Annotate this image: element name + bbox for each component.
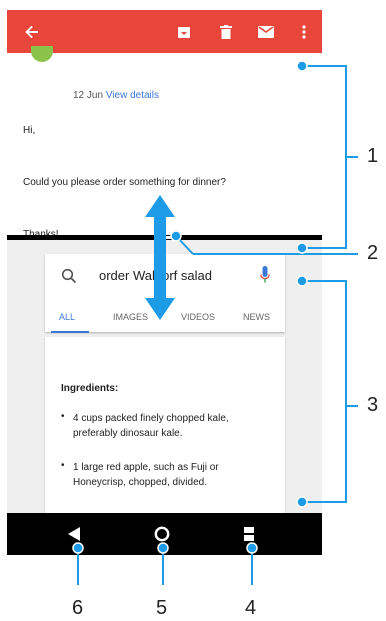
- email-toolbar: [7, 10, 322, 53]
- microphone-icon[interactable]: [260, 266, 270, 289]
- search-icon[interactable]: [61, 268, 77, 289]
- nav-home-icon[interactable]: [154, 526, 170, 547]
- view-details-link[interactable]: View details: [106, 90, 159, 101]
- email-date: 12 Jun: [73, 90, 104, 101]
- callout-1: 1: [367, 145, 379, 167]
- list-item: • 4 cups packed finely chopped kale, pre…: [61, 411, 229, 439]
- phone-screen: 12 Jun View details Hi, Could you please…: [7, 10, 322, 555]
- callout-6: 6: [72, 597, 84, 619]
- email-meta: 12 Jun View details: [73, 90, 159, 101]
- callout-5: 5: [156, 597, 168, 619]
- active-tab-indicator: [51, 331, 89, 333]
- tab-all[interactable]: ALL: [59, 312, 75, 322]
- resize-arrow-icon: [145, 195, 175, 320]
- callout-3: 3: [367, 394, 379, 416]
- mail-icon[interactable]: [253, 10, 279, 53]
- nav-back-icon[interactable]: [68, 527, 80, 546]
- sender-avatar: [31, 46, 53, 62]
- bullet-dot: •: [61, 460, 65, 471]
- tab-images[interactable]: IMAGES: [113, 312, 148, 322]
- navigation-bar: [7, 513, 322, 555]
- ingredient-text: 4 cups packed finely chopped kale, prefe…: [73, 413, 229, 439]
- ingredient-text: 1 large red apple, such as Fuji or Honey…: [73, 462, 219, 488]
- email-body: Could you please order something for din…: [23, 177, 226, 188]
- bullet-dot: •: [61, 411, 65, 422]
- ingredients-card[interactable]: Ingredients: • 4 cups packed finely chop…: [45, 337, 285, 513]
- trash-icon[interactable]: [213, 10, 239, 53]
- archive-icon[interactable]: [171, 10, 197, 53]
- callout-2: 2: [367, 242, 379, 264]
- ingredients-heading: Ingredients:: [61, 383, 119, 394]
- tab-news[interactable]: NEWS: [243, 312, 270, 322]
- email-greeting: Hi,: [23, 125, 36, 136]
- tab-videos[interactable]: VIDEOS: [181, 312, 215, 322]
- nav-recents-icon[interactable]: [244, 527, 254, 546]
- callout-4: 4: [245, 597, 257, 619]
- list-item: • 1 large red apple, such as Fuji or Hon…: [61, 460, 219, 488]
- more-vert-icon[interactable]: [291, 10, 317, 53]
